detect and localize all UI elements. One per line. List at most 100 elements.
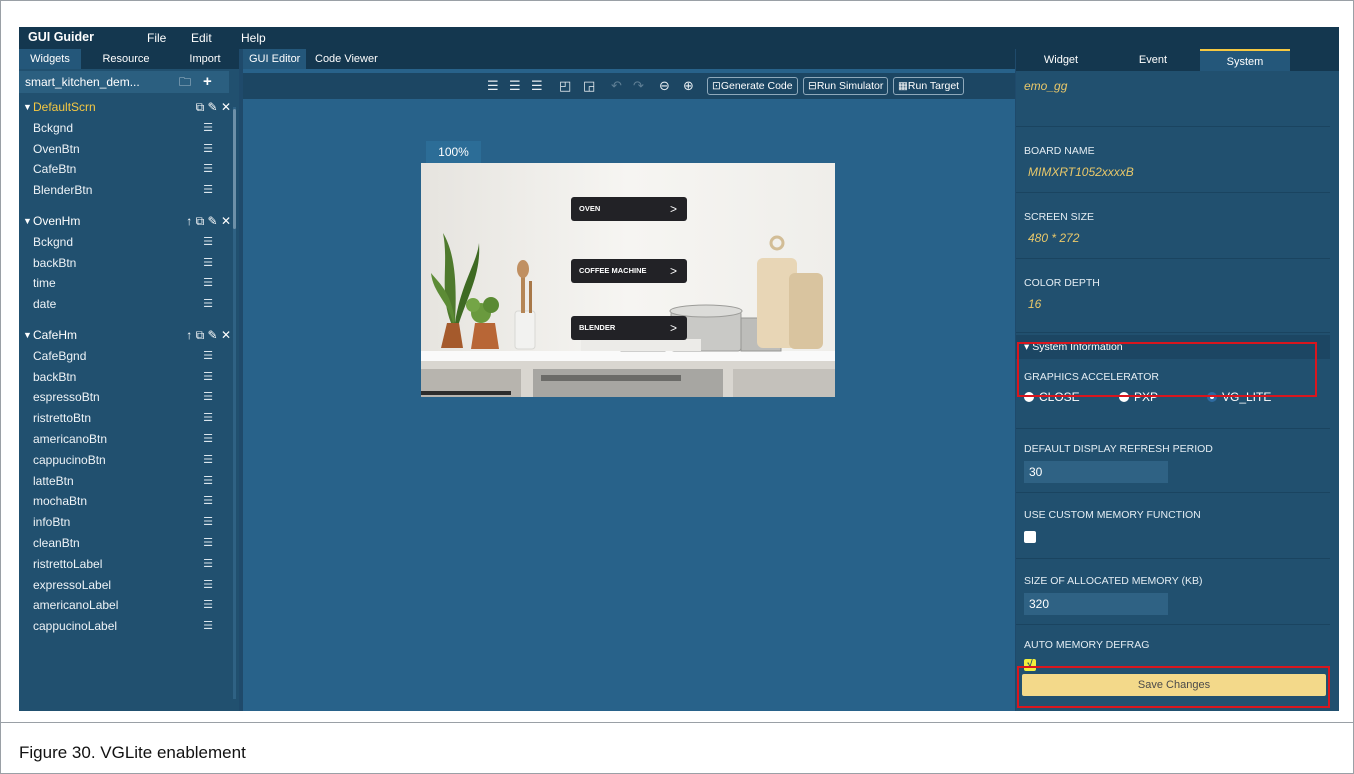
oven-button[interactable]: OVEN > — [571, 197, 687, 221]
tree-item[interactable]: backBtn ☰ — [19, 253, 233, 274]
edit-icon[interactable]: ✎ — [208, 100, 218, 114]
tree-item[interactable]: BlenderBtn ☰ — [19, 180, 233, 201]
menu-lines-icon[interactable]: ☰ — [203, 118, 213, 139]
close-icon[interactable]: ✕ — [221, 214, 231, 228]
tab-widget[interactable]: Widget — [1016, 49, 1106, 71]
menu-lines-icon[interactable]: ☰ — [203, 387, 213, 408]
tree-item[interactable]: time ☰ — [19, 273, 233, 294]
tree-item[interactable]: americanoLabel ☰ — [19, 595, 233, 616]
menu-lines-icon[interactable]: ☰ — [203, 575, 213, 596]
menu-lines-icon[interactable]: ☰ — [203, 595, 213, 616]
menu-lines-icon[interactable]: ☰ — [203, 429, 213, 450]
move-up-icon[interactable]: ↑ — [186, 328, 192, 342]
menu-lines-icon[interactable]: ☰ — [203, 616, 213, 637]
allocated-memory-label: SIZE OF ALLOCATED MEMORY (KB) — [1024, 575, 1203, 587]
screen-actions[interactable]: ↑ ⧉ ✎ ✕ — [186, 211, 231, 232]
menu-lines-icon[interactable]: ☰ — [203, 367, 213, 388]
screen-preview[interactable]: OVEN > COFFEE MACHINE > BLENDER > — [421, 163, 835, 397]
tab-import[interactable]: Import — [171, 49, 239, 69]
screen-actions[interactable]: ⧉ ✎ ✕ — [196, 97, 231, 118]
menu-lines-icon[interactable]: ☰ — [203, 180, 213, 201]
move-up-icon[interactable]: ↑ — [186, 214, 192, 228]
tree-screen-ovenhm[interactable]: ▼ OvenHm ↑ ⧉ ✎ ✕ — [19, 211, 233, 232]
generate-code-button[interactable]: ⊡Generate Code — [707, 77, 798, 95]
tree-item[interactable]: americanoBtn ☰ — [19, 429, 233, 450]
tree-item[interactable]: expressoLabel ☰ — [19, 575, 233, 596]
run-simulator-button[interactable]: ⊟Run Simulator — [803, 77, 889, 95]
screen-actions[interactable]: ↑ ⧉ ✎ ✕ — [186, 325, 231, 346]
align-right-icon[interactable]: ☰ — [531, 78, 543, 94]
expand-triangle-icon[interactable]: ▼ — [23, 325, 32, 346]
send-backward-icon[interactable]: ◲ — [583, 78, 595, 94]
menu-lines-icon[interactable]: ☰ — [203, 533, 213, 554]
tab-event[interactable]: Event — [1106, 49, 1200, 71]
zoom-in-icon[interactable]: ⊕ — [683, 78, 694, 94]
align-left-icon[interactable]: ☰ — [487, 78, 499, 94]
custom-memory-checkbox[interactable] — [1024, 531, 1036, 543]
tree-item[interactable]: ristrettoLabel ☰ — [19, 554, 233, 575]
tree-screen-defaultscrn[interactable]: ▼ DefaultScrn ⧉ ✎ ✕ — [19, 97, 233, 118]
tree-item[interactable]: ristrettoBtn ☰ — [19, 408, 233, 429]
menu-lines-icon[interactable]: ☰ — [203, 450, 213, 471]
tree-item[interactable]: cleanBtn ☰ — [19, 533, 233, 554]
menu-lines-icon[interactable]: ☰ — [203, 512, 213, 533]
tree-item[interactable]: espressoBtn ☰ — [19, 387, 233, 408]
project-header: smart_kitchen_dem... 🗀 + — [19, 71, 229, 93]
tree-item[interactable]: latteBtn ☰ — [19, 471, 233, 492]
coffee-machine-button[interactable]: COFFEE MACHINE > — [571, 259, 687, 283]
tree-item[interactable]: OvenBtn ☰ — [19, 139, 233, 160]
tab-widgets[interactable]: Widgets — [19, 49, 81, 69]
menu-file[interactable]: File — [147, 31, 166, 45]
close-icon[interactable]: ✕ — [221, 328, 231, 342]
tree-item[interactable]: date ☰ — [19, 294, 233, 315]
tree-item[interactable]: Bckgnd ☰ — [19, 232, 233, 253]
allocated-memory-input[interactable]: 320 — [1024, 593, 1168, 615]
menu-lines-icon[interactable]: ☰ — [203, 273, 213, 294]
tree-item[interactable]: mochaBtn ☰ — [19, 491, 233, 512]
redo-icon[interactable]: ↷ — [633, 78, 644, 94]
menu-lines-icon[interactable]: ☰ — [203, 139, 213, 160]
copy-icon[interactable]: ⧉ — [196, 100, 205, 114]
menu-edit[interactable]: Edit — [191, 31, 212, 45]
bring-forward-icon[interactable]: ◰ — [559, 78, 571, 94]
tree-item[interactable]: cappucinoBtn ☰ — [19, 450, 233, 471]
edit-icon[interactable]: ✎ — [208, 214, 218, 228]
menu-lines-icon[interactable]: ☰ — [203, 346, 213, 367]
tab-system[interactable]: System — [1200, 49, 1290, 71]
expand-triangle-icon[interactable]: ▼ — [23, 97, 32, 118]
undo-icon[interactable]: ↶ — [611, 78, 622, 94]
blender-button[interactable]: BLENDER > — [571, 316, 687, 340]
tree-item[interactable]: CafeBgnd ☰ — [19, 346, 233, 367]
editor-toolbar: ☰ ☰ ☰ ◰ ◲ ↶ ↷ ⊖ ⊕ ⊡Generate Code ⊟Run Si… — [243, 73, 1015, 99]
tab-gui-editor[interactable]: GUI Editor — [243, 49, 307, 69]
align-center-icon[interactable]: ☰ — [509, 78, 521, 94]
tree-item[interactable]: backBtn ☰ — [19, 367, 233, 388]
menu-lines-icon[interactable]: ☰ — [203, 491, 213, 512]
tree-screen-cafehm[interactable]: ▼ CafeHm ↑ ⧉ ✎ ✕ — [19, 325, 233, 346]
tab-resource[interactable]: Resource — [81, 49, 171, 69]
close-icon[interactable]: ✕ — [221, 100, 231, 114]
menu-lines-icon[interactable]: ☰ — [203, 232, 213, 253]
copy-icon[interactable]: ⧉ — [196, 328, 205, 342]
scrollbar-thumb[interactable] — [233, 109, 236, 229]
folder-icon[interactable]: 🗀 — [179, 71, 191, 93]
refresh-period-input[interactable]: 30 — [1024, 461, 1168, 483]
menu-lines-icon[interactable]: ☰ — [203, 408, 213, 429]
menu-lines-icon[interactable]: ☰ — [203, 159, 213, 180]
tree-item[interactable]: infoBtn ☰ — [19, 512, 233, 533]
tree-item[interactable]: cappucinoLabel ☰ — [19, 616, 233, 637]
menu-lines-icon[interactable]: ☰ — [203, 554, 213, 575]
menu-help[interactable]: Help — [241, 31, 266, 45]
add-screen-icon[interactable]: + — [203, 71, 212, 93]
tab-code-viewer[interactable]: Code Viewer — [309, 49, 384, 69]
tree-item[interactable]: Bckgnd ☰ — [19, 118, 233, 139]
menu-lines-icon[interactable]: ☰ — [203, 471, 213, 492]
edit-icon[interactable]: ✎ — [208, 328, 218, 342]
copy-icon[interactable]: ⧉ — [196, 214, 205, 228]
expand-triangle-icon[interactable]: ▼ — [23, 211, 32, 232]
menu-lines-icon[interactable]: ☰ — [203, 253, 213, 274]
menu-lines-icon[interactable]: ☰ — [203, 294, 213, 315]
run-target-button[interactable]: ▦Run Target — [893, 77, 965, 95]
tree-item[interactable]: CafeBtn ☰ — [19, 159, 233, 180]
zoom-out-icon[interactable]: ⊖ — [659, 78, 670, 94]
